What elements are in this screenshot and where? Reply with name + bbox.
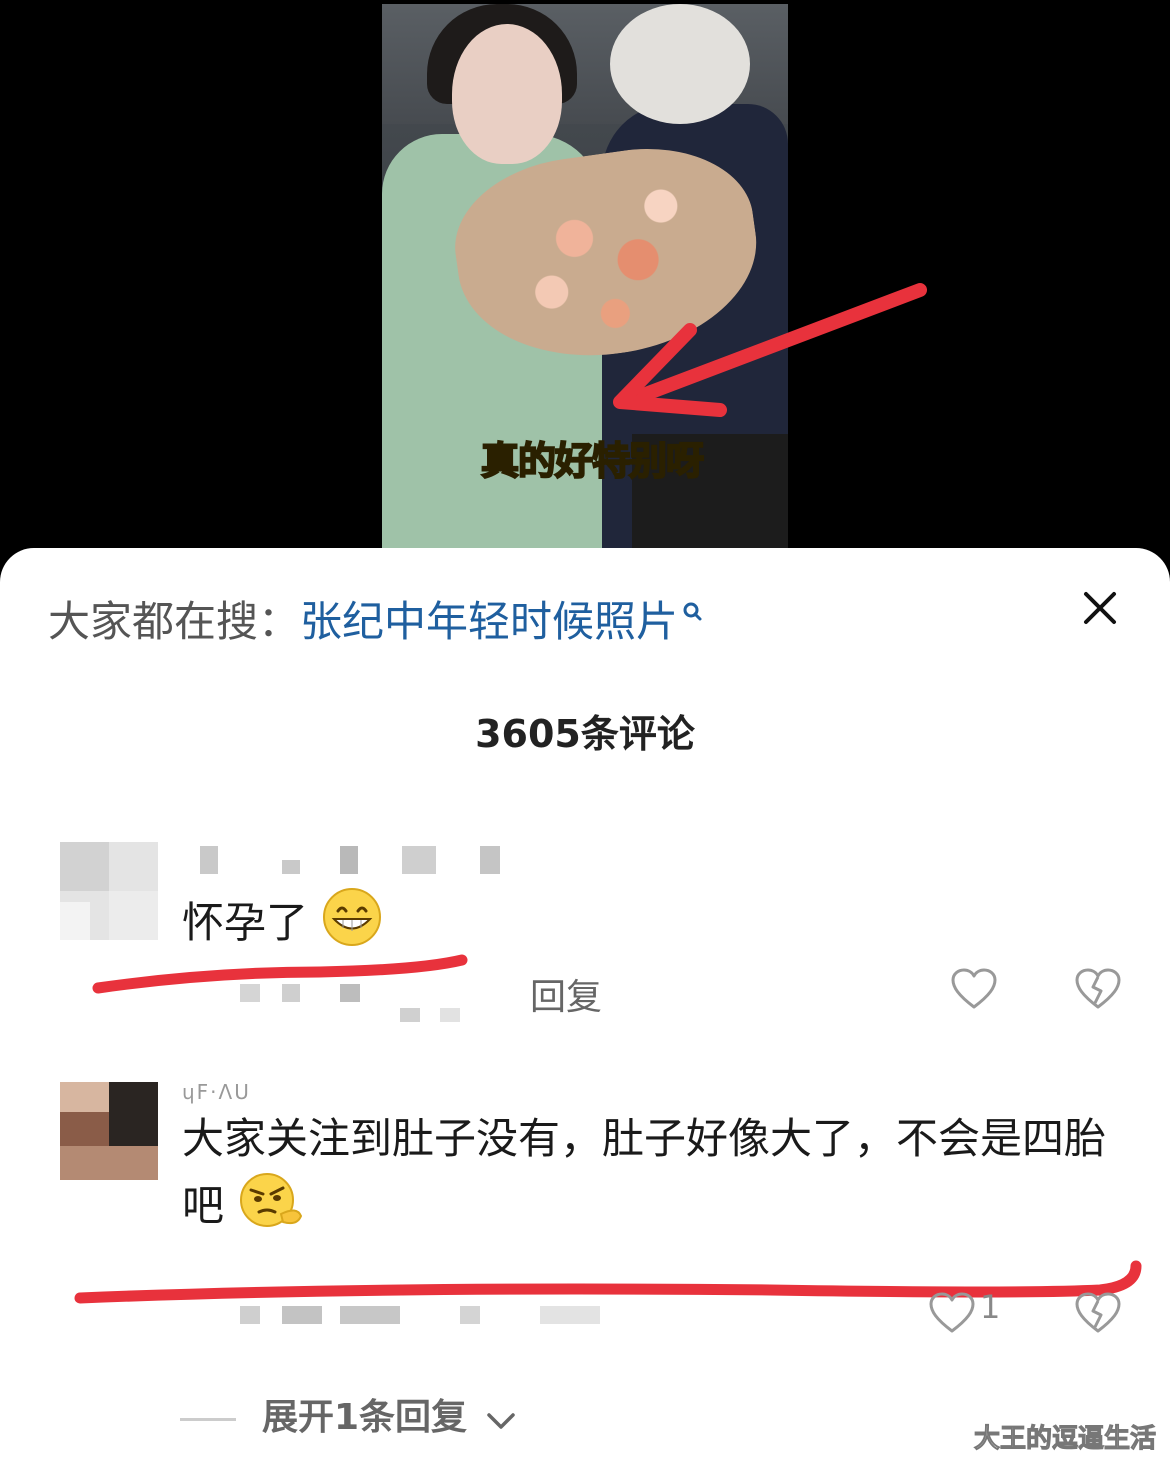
avatar[interactable] [60, 842, 158, 940]
username[interactable]: ɥF·ɅU [182, 1080, 251, 1104]
heart-icon[interactable] [950, 966, 998, 1014]
comment-text-content: 怀孕了 [182, 898, 309, 947]
smirk-thinking-emoji-icon [237, 1170, 307, 1247]
comment-text: 大家关注到肚子没有，肚子好像大了，不会是四胎吧 [182, 1108, 1112, 1247]
expand-replies-button[interactable]: 展开1条回复 [180, 1388, 516, 1440]
search-suggestion-term[interactable]: 张纪中年轻时候照片 [300, 597, 678, 646]
expand-replies-divider [180, 1417, 236, 1421]
video-caption: 真的好特别呀 [480, 438, 705, 484]
comment-meta-blurred [460, 1306, 480, 1324]
username-blurred [402, 846, 436, 874]
search-suggestion[interactable]: 大家都在搜：张纪中年轻时候照片 [48, 588, 704, 649]
comment-meta-blurred [440, 1008, 460, 1022]
chevron-down-icon [486, 1399, 516, 1440]
reply-button[interactable]: 回复 [530, 968, 602, 1020]
search-icon [682, 588, 704, 637]
username-blurred [282, 860, 300, 874]
broken-heart-icon[interactable] [1074, 1290, 1122, 1338]
comment-text-content: 大家关注到肚子没有，肚子好像大了，不会是四胎吧 [182, 1114, 1107, 1230]
comment-meta-blurred [340, 984, 360, 1002]
comment-item: ɥF·ɅU 大家关注到肚子没有，肚子好像大了，不会是四胎吧 1 [0, 1078, 1170, 1378]
comment-meta-blurred [282, 1306, 322, 1324]
avatar[interactable] [60, 1082, 158, 1180]
close-icon[interactable] [1078, 586, 1122, 630]
heart-icon[interactable] [928, 1290, 976, 1338]
username-blurred[interactable] [200, 846, 218, 874]
red-arrow-annotation [613, 283, 927, 417]
comment-meta-blurred [240, 984, 260, 1002]
video-player[interactable]: 真的好特别呀 [0, 0, 1170, 560]
comment-meta-blurred [400, 1008, 420, 1022]
watermark: 大王的逗逼生活 [973, 1424, 1156, 1455]
comment-meta-blurred [540, 1306, 600, 1324]
comment-count: 3605条评论 [475, 712, 695, 756]
search-suggestion-prefix: 大家都在搜： [48, 597, 301, 646]
comment-meta-blurred [340, 1306, 400, 1324]
comment-item: 怀孕了 回复 [0, 838, 1170, 1038]
broken-heart-icon[interactable] [1074, 966, 1122, 1014]
like-count: 1 [980, 1288, 1001, 1326]
comment-meta-blurred [282, 984, 300, 1002]
comment-meta-blurred [240, 1306, 260, 1324]
expand-replies-label: 展开1条回复 [262, 1397, 468, 1438]
video-person-right-head [610, 4, 750, 124]
username-blurred [480, 846, 500, 874]
comment-sheet: 大家都在搜：张纪中年轻时候照片 3605条评论 怀孕了 回复 ɥF·ɅU 大家关… [0, 548, 1170, 1469]
username-blurred [340, 846, 358, 874]
video-person-left-head [452, 24, 562, 164]
